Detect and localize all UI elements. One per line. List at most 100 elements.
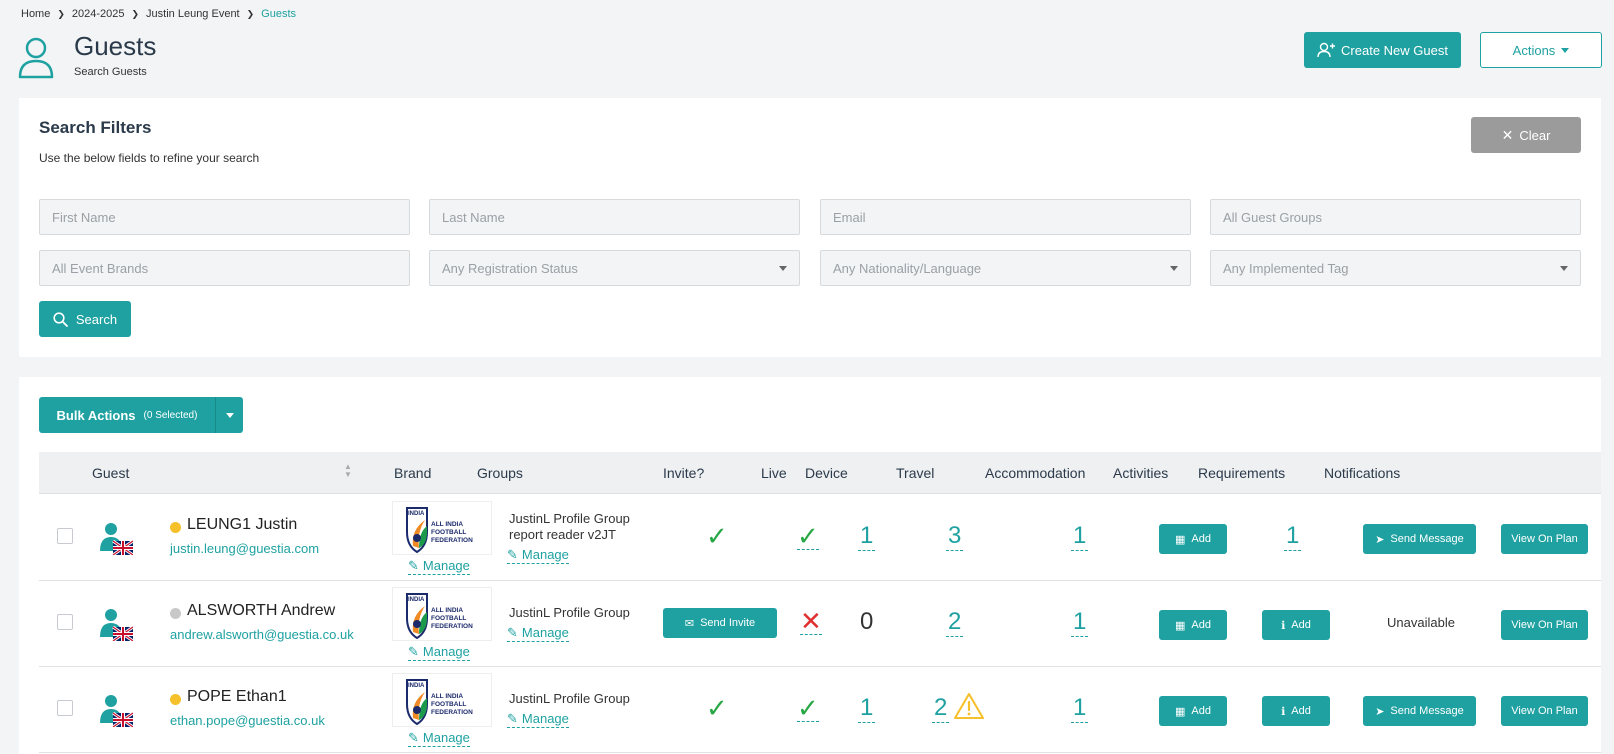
view-on-plan-button[interactable]: View On Plan [1501, 696, 1588, 726]
caret-down-icon [225, 412, 234, 418]
group-manage-link[interactable]: ✎ Manage [507, 547, 569, 564]
svg-text:FOOTBALL: FOOTBALL [431, 529, 466, 536]
requirements-count[interactable]: 1 [1284, 522, 1302, 551]
row-checkbox[interactable] [57, 614, 73, 630]
guest-name[interactable]: POPE Ethan1 [187, 688, 287, 706]
row-checkbox[interactable] [57, 700, 73, 716]
group-manage-link[interactable]: ✎ Manage [507, 711, 569, 728]
email-field[interactable]: Email [820, 199, 1191, 235]
actions-dropdown-button[interactable]: Actions [1480, 32, 1602, 68]
view-on-plan-label: View On Plan [1511, 533, 1578, 545]
svg-text:FOOTBALL: FOOTBALL [431, 615, 466, 622]
add-requirement-button[interactable]: ℹ Add [1262, 610, 1330, 640]
brand-manage-link[interactable]: ✎ Manage [408, 558, 470, 575]
clear-button[interactable]: ✕ Clear [1471, 117, 1581, 153]
breadcrumb: Home ❯ 2024-2025 ❯ Justin Leung Event ❯ … [21, 8, 296, 20]
filters-title: Search Filters [39, 118, 152, 137]
add-activity-button[interactable]: ▦ Add [1159, 524, 1227, 554]
brand-manage-label: Manage [422, 730, 470, 745]
svg-text:FEDERATION: FEDERATION [431, 709, 473, 716]
group-name-2: report reader v2JT [509, 527, 616, 542]
brand-manage-label: Manage [422, 644, 470, 659]
search-label: Search [75, 311, 118, 327]
caret-down-icon [1170, 265, 1178, 271]
edit-icon: ✎ [507, 547, 518, 562]
envelope-icon: ✉ [684, 617, 695, 630]
send-message-button[interactable]: ➤ Send Message [1363, 696, 1476, 726]
guest-groups-placeholder: All Guest Groups [1223, 209, 1322, 225]
travel-count[interactable]: 2 [932, 694, 950, 723]
group-manage-link[interactable]: ✎ Manage [507, 625, 569, 642]
guest-name[interactable]: ALSWORTH Andrew [187, 602, 335, 620]
travel-count[interactable]: 3 [946, 522, 964, 551]
guest-email[interactable]: justin.leung@guestia.com [170, 541, 319, 556]
guest-groups-field[interactable]: All Guest Groups [1210, 199, 1581, 235]
table-header: Guest ▲ ▼ Brand Groups Invite? Live Devic… [39, 452, 1601, 494]
bulk-actions-button[interactable]: Bulk Actions (0 Selected) [39, 397, 243, 433]
last-name-field[interactable]: Last Name [429, 199, 800, 235]
row-checkbox[interactable] [57, 528, 73, 544]
edit-icon: ✎ [408, 730, 419, 745]
accommodation-count[interactable]: 1 [1071, 694, 1089, 723]
status-dot [170, 522, 181, 533]
implemented-tag-select[interactable]: Any Implemented Tag [1210, 250, 1581, 286]
accommodation-count[interactable]: 1 [1071, 522, 1089, 551]
send-invite-button[interactable]: ✉ Send Invite [663, 608, 777, 638]
guest-email[interactable]: ethan.pope@guestia.co.uk [170, 713, 325, 728]
status-dot [170, 694, 181, 705]
guest-name[interactable]: LEUNG1 Justin [187, 516, 297, 534]
add-requirement-label: Add [1291, 619, 1311, 631]
add-requirement-button[interactable]: ℹ Add [1262, 696, 1330, 726]
breadcrumb-home[interactable]: Home [21, 8, 50, 20]
paper-plane-icon: ➤ [1375, 705, 1385, 718]
table-row: ALSWORTH Andrew andrew.alsworth@guestia.… [39, 581, 1601, 667]
live-check-icon[interactable]: ✓ [797, 695, 819, 722]
bulk-actions-dropdown[interactable] [215, 397, 243, 433]
create-new-guest-label: Create New Guest [1341, 42, 1448, 58]
breadcrumb-season[interactable]: 2024-2025 [72, 8, 125, 20]
edit-icon: ✎ [507, 711, 518, 726]
registration-status-select[interactable]: Any Registration Status [429, 250, 800, 286]
group-name: JustinL Profile Group [509, 605, 630, 620]
brand-manage-link[interactable]: ✎ Manage [408, 644, 470, 661]
sort-icon[interactable]: ▲ ▼ [344, 463, 354, 481]
svg-text:INDIA: INDIA [408, 511, 425, 517]
header-guest[interactable]: Guest [92, 465, 129, 481]
add-user-icon [1317, 42, 1336, 58]
group-manage-label: Manage [521, 547, 569, 562]
send-invite-label: Send Invite [700, 617, 756, 629]
brand-logo: INDIA ALL INDIA FOOTBALL FEDERATION [392, 673, 492, 727]
view-on-plan-button[interactable]: View On Plan [1501, 524, 1588, 554]
travel-count[interactable]: 2 [946, 608, 964, 637]
add-activity-button[interactable]: ▦ Add [1159, 696, 1227, 726]
svg-text:FEDERATION: FEDERATION [431, 623, 473, 630]
accommodation-count[interactable]: 1 [1071, 608, 1089, 637]
device-count[interactable]: 1 [858, 694, 876, 723]
live-cross-icon[interactable]: ✕ [800, 608, 822, 635]
first-name-field[interactable]: First Name [39, 199, 410, 235]
nationality-select[interactable]: Any Nationality/Language [820, 250, 1191, 286]
add-activity-button[interactable]: ▦ Add [1159, 610, 1227, 640]
breadcrumb-event[interactable]: Justin Leung Event [146, 8, 240, 20]
header-notifications: Notifications [1324, 465, 1401, 481]
header-groups: Groups [477, 465, 523, 481]
device-count[interactable]: 1 [858, 522, 876, 551]
invite-check-icon: ✓ [706, 693, 728, 723]
brand-manage-link[interactable]: ✎ Manage [408, 730, 470, 747]
group-manage-label: Manage [521, 711, 569, 726]
close-icon: ✕ [1501, 126, 1514, 143]
invite-check-icon: ✓ [706, 521, 728, 551]
guest-email[interactable]: andrew.alsworth@guestia.co.uk [170, 627, 354, 642]
event-brands-field[interactable]: All Event Brands [39, 250, 410, 286]
group-name: JustinL Profile Group [509, 691, 630, 706]
live-check-icon[interactable]: ✓ [797, 523, 819, 550]
search-button[interactable]: Search [39, 301, 131, 337]
table-row: LEUNG1 Justin justin.leung@guestia.com I… [39, 495, 1601, 581]
header-accommodation: Accommodation [985, 465, 1086, 481]
send-message-button[interactable]: ➤ Send Message [1363, 524, 1476, 554]
brand-logo: INDIA ALL INDIA FOOTBALL FEDERATION [392, 587, 492, 641]
view-on-plan-button[interactable]: View On Plan [1501, 610, 1588, 640]
nationality-value: Any Nationality/Language [833, 260, 982, 276]
filters-description: Use the below fields to refine your sear… [39, 151, 260, 165]
create-new-guest-button[interactable]: Create New Guest [1304, 32, 1461, 68]
